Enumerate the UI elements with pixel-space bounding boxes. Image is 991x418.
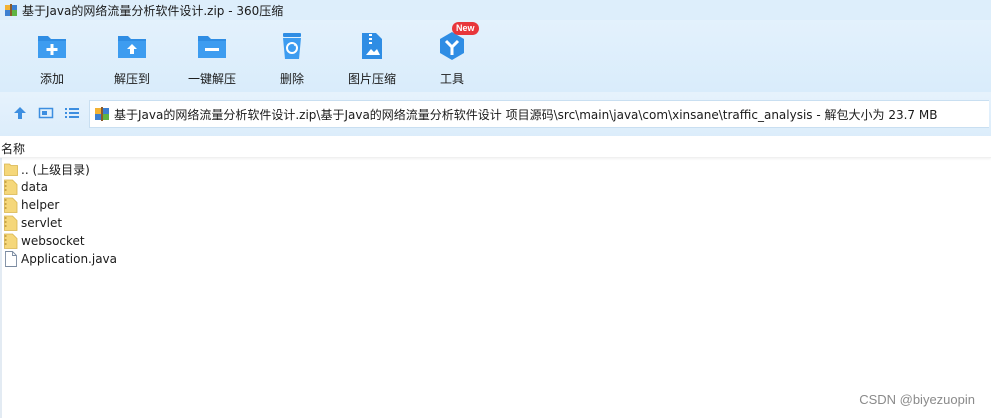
extract-to-label: 解压到	[113, 72, 150, 86]
list-item-parent-directory[interactable]: .. (上级目录)	[0, 160, 991, 178]
tools-label: 工具	[439, 72, 464, 86]
list-item[interactable]: websocket	[0, 232, 991, 250]
delete-label: 删除	[279, 72, 304, 86]
thumbnail-view-icon[interactable]	[38, 105, 54, 121]
image-compress-button[interactable]: 图片压缩	[337, 30, 407, 87]
one-click-extract-label: 一键解压	[187, 72, 236, 86]
file-name: .. (上级目录)	[21, 162, 90, 177]
list-view-icon[interactable]	[64, 105, 80, 121]
file-name: Application.java	[21, 252, 118, 266]
image-compress-icon	[356, 30, 388, 62]
address-row: 基于Java的网络流量分析软件设计.zip\基于Java的网络流量分析软件设计 …	[0, 92, 991, 136]
image-compress-label: 图片压缩	[347, 72, 396, 86]
up-arrow-icon[interactable]	[12, 105, 28, 121]
address-bar[interactable]: 基于Java的网络流量分析软件设计.zip\基于Java的网络流量分析软件设计 …	[89, 100, 989, 128]
toolbar: 添加 解压到 一键解压 删除 图片压缩 New 工具	[0, 20, 991, 92]
watermark: CSDN @biyezuopin	[859, 392, 975, 407]
delete-icon	[276, 30, 308, 62]
zip-archive-icon	[94, 106, 110, 122]
list-item[interactable]: data	[0, 178, 991, 196]
add-button[interactable]: 添加	[17, 30, 87, 87]
one-click-extract-button[interactable]: 一键解压	[177, 30, 247, 87]
one-click-extract-icon	[196, 30, 228, 62]
archive-app-icon	[4, 3, 18, 17]
folder-icon	[4, 233, 18, 249]
title-bar: 基于Java的网络流量分析软件设计.zip - 360压缩	[0, 0, 991, 20]
tools-icon: New	[436, 22, 479, 62]
delete-button[interactable]: 删除	[257, 30, 327, 87]
list-item[interactable]: servlet	[0, 214, 991, 232]
list-item[interactable]: helper	[0, 196, 991, 214]
extract-to-icon	[116, 30, 148, 62]
add-icon	[36, 30, 68, 62]
file-name: helper	[21, 198, 60, 212]
folder-icon	[4, 215, 18, 231]
file-icon	[4, 251, 18, 267]
folder-icon	[4, 197, 18, 213]
file-name: websocket	[21, 234, 85, 248]
new-badge: New	[452, 22, 479, 35]
extract-to-button[interactable]: 解压到	[97, 30, 167, 87]
window-title: 基于Java的网络流量分析软件设计.zip - 360压缩	[22, 3, 284, 18]
list-item[interactable]: Application.java	[0, 250, 991, 268]
file-name: servlet	[21, 216, 63, 230]
column-name-header[interactable]: 名称	[1, 140, 25, 157]
column-header: 名称	[0, 136, 991, 158]
folder-icon	[4, 161, 18, 177]
add-label: 添加	[39, 72, 64, 86]
tools-button[interactable]: New 工具	[417, 22, 487, 87]
file-name: data	[21, 180, 49, 194]
address-path: 基于Java的网络流量分析软件设计.zip\基于Java的网络流量分析软件设计 …	[114, 107, 938, 122]
folder-icon	[4, 179, 18, 195]
file-list: .. (上级目录) data helper servlet websocket …	[0, 160, 991, 268]
